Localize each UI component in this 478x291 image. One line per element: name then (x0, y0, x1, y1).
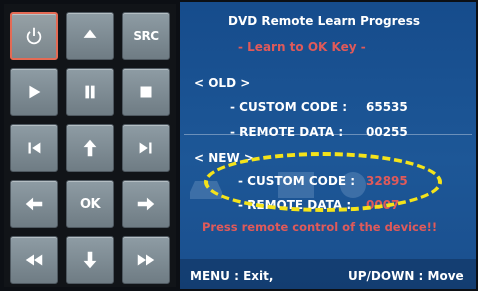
skip-previous-icon (28, 142, 41, 154)
right-key[interactable] (122, 180, 170, 228)
press-remote-prompt: Press remote control of the device!! (202, 220, 438, 234)
pause-key[interactable] (66, 68, 114, 116)
src-key-label: SRC (133, 29, 159, 43)
old-section-heading: < OLD > (194, 76, 251, 90)
play-key[interactable] (10, 68, 58, 116)
ok-key-label: OK (79, 196, 101, 212)
next-key[interactable] (122, 124, 170, 172)
rewind-icon (25, 254, 43, 266)
power-icon (26, 27, 42, 45)
stop-key[interactable] (122, 68, 170, 116)
arrow-up-icon (83, 139, 97, 157)
eject-key[interactable] (66, 12, 114, 60)
learn-target-subtitle: - Learn to OK Key - (238, 40, 366, 54)
previous-key[interactable] (10, 124, 58, 172)
play-icon (29, 85, 41, 99)
old-remote-data-label: - REMOTE DATA : (230, 125, 344, 139)
pause-icon (85, 85, 95, 99)
device-screen: SRC OK DVD Remote Learn Progress - Learn… (0, 0, 478, 291)
ok-key[interactable]: OK (66, 180, 114, 228)
up-key[interactable] (66, 124, 114, 172)
power-key[interactable] (10, 12, 58, 60)
remote-keypad: SRC OK (4, 4, 176, 287)
src-key[interactable]: SRC (122, 12, 170, 60)
learn-progress-panel: DVD Remote Learn Progress - Learn to OK … (180, 2, 476, 289)
fast-forward-key[interactable] (122, 236, 170, 284)
eject-icon (83, 29, 97, 38)
page-title: DVD Remote Learn Progress (228, 14, 420, 28)
arrow-right-icon (137, 197, 155, 211)
down-key[interactable] (66, 236, 114, 284)
arrow-left-icon (25, 197, 43, 211)
old-custom-code-label: - CUSTOM CODE : (230, 100, 347, 114)
fast-forward-icon (137, 254, 155, 266)
highlight-annotation-ellipse (204, 152, 442, 212)
arrow-down-icon (83, 251, 97, 269)
left-key[interactable] (10, 180, 58, 228)
old-remote-data-value: 00255 (366, 125, 408, 139)
stop-icon (140, 86, 152, 98)
menu-exit-hint: MENU : Exit, (190, 269, 274, 283)
up-down-move-hint: UP/DOWN : Move (348, 269, 464, 283)
rewind-key[interactable] (10, 236, 58, 284)
skip-next-icon (139, 142, 152, 154)
old-custom-code-value: 65535 (366, 100, 408, 114)
